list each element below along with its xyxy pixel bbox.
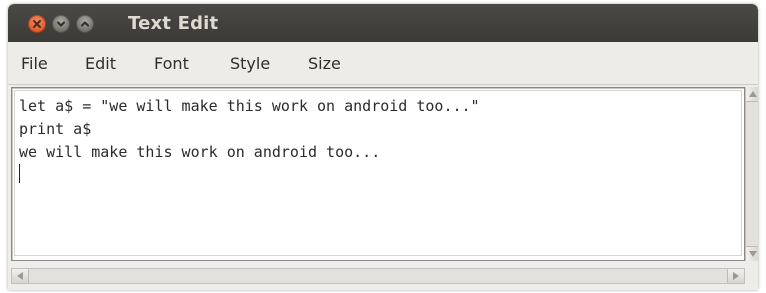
scroll-left-button[interactable]	[12, 269, 29, 283]
maximize-button[interactable]	[76, 15, 94, 33]
text-caret	[19, 164, 20, 183]
scrollbar-corner	[745, 268, 758, 284]
vertical-scrollbar[interactable]	[745, 87, 758, 261]
arrow-up-icon	[748, 91, 757, 97]
maximize-icon	[81, 21, 89, 27]
editor-frame: let a$ = "we will make this work on andr…	[11, 87, 745, 261]
editor-caret-line	[19, 164, 737, 187]
editor-line: we will make this work on android too...	[19, 143, 381, 161]
menu-file[interactable]: File	[21, 54, 48, 73]
arrow-down-icon	[748, 251, 757, 257]
horizontal-scrollbar[interactable]	[11, 268, 745, 284]
menu-size[interactable]: Size	[308, 54, 341, 73]
arrow-left-icon	[17, 272, 23, 280]
close-button[interactable]	[28, 15, 46, 33]
menu-bar: File Edit Font Style Size	[8, 42, 758, 85]
scroll-up-button[interactable]	[746, 87, 758, 102]
scroll-down-button[interactable]	[746, 246, 758, 261]
title-bar[interactable]: Text Edit	[8, 4, 758, 42]
editor-line: print a$	[19, 120, 92, 138]
editor-line: let a$ = "we will make this work on andr…	[19, 97, 480, 115]
minimize-icon	[57, 21, 65, 27]
arrow-right-icon	[733, 272, 739, 280]
close-icon	[33, 20, 41, 28]
minimize-button[interactable]	[52, 15, 70, 33]
scroll-right-button[interactable]	[727, 269, 744, 283]
menu-style[interactable]: Style	[230, 54, 270, 73]
text-editor[interactable]: let a$ = "we will make this work on andr…	[14, 90, 742, 256]
text-edit-window: Text Edit File Edit Font Style Size let …	[8, 4, 758, 290]
menu-font[interactable]: Font	[154, 54, 189, 73]
menu-edit[interactable]: Edit	[85, 54, 116, 73]
window-title: Text Edit	[128, 13, 219, 34]
